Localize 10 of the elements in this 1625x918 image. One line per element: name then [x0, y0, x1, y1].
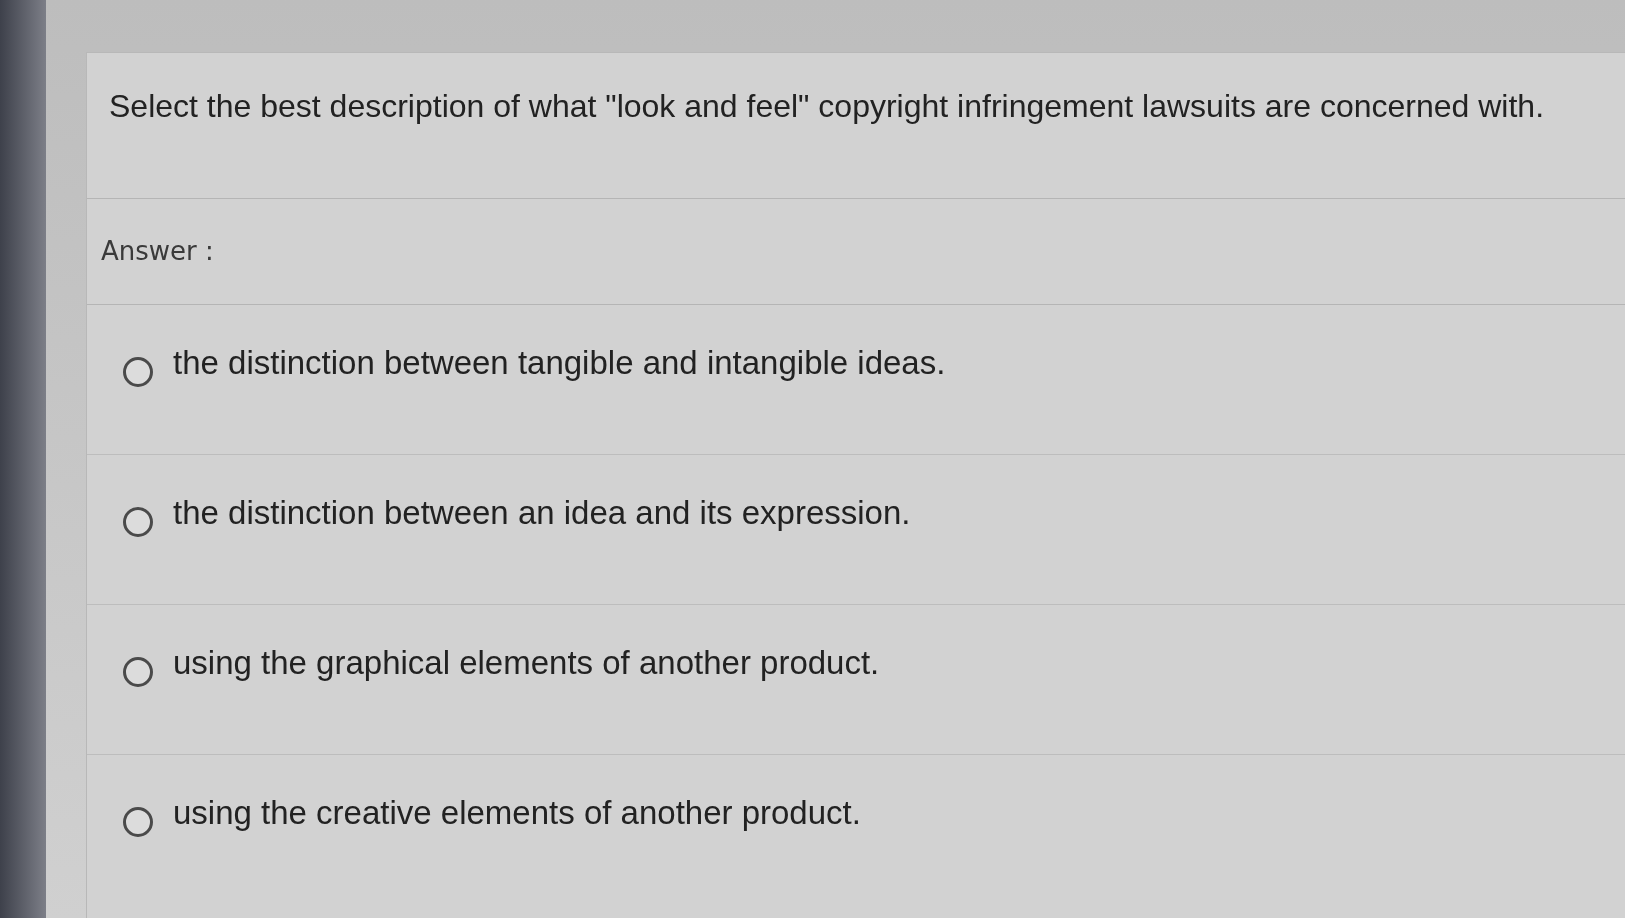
radio-button[interactable]: [123, 657, 153, 687]
option-text: the distinction between tangible and intangible ideas.: [173, 343, 946, 383]
option-text: the distinction between an idea and its expression.: [173, 493, 911, 533]
radio-button[interactable]: [123, 357, 153, 387]
radio-button[interactable]: [123, 507, 153, 537]
question-text: Select the best description of what "look and feel" copyright infringement lawsuits are concerned with.: [109, 88, 1545, 124]
answer-label: Answer :: [101, 235, 214, 268]
radio-button[interactable]: [123, 807, 153, 837]
option-text: using the creative elements of another product.: [173, 793, 861, 833]
option-text: using the graphical elements of another product.: [173, 643, 880, 683]
